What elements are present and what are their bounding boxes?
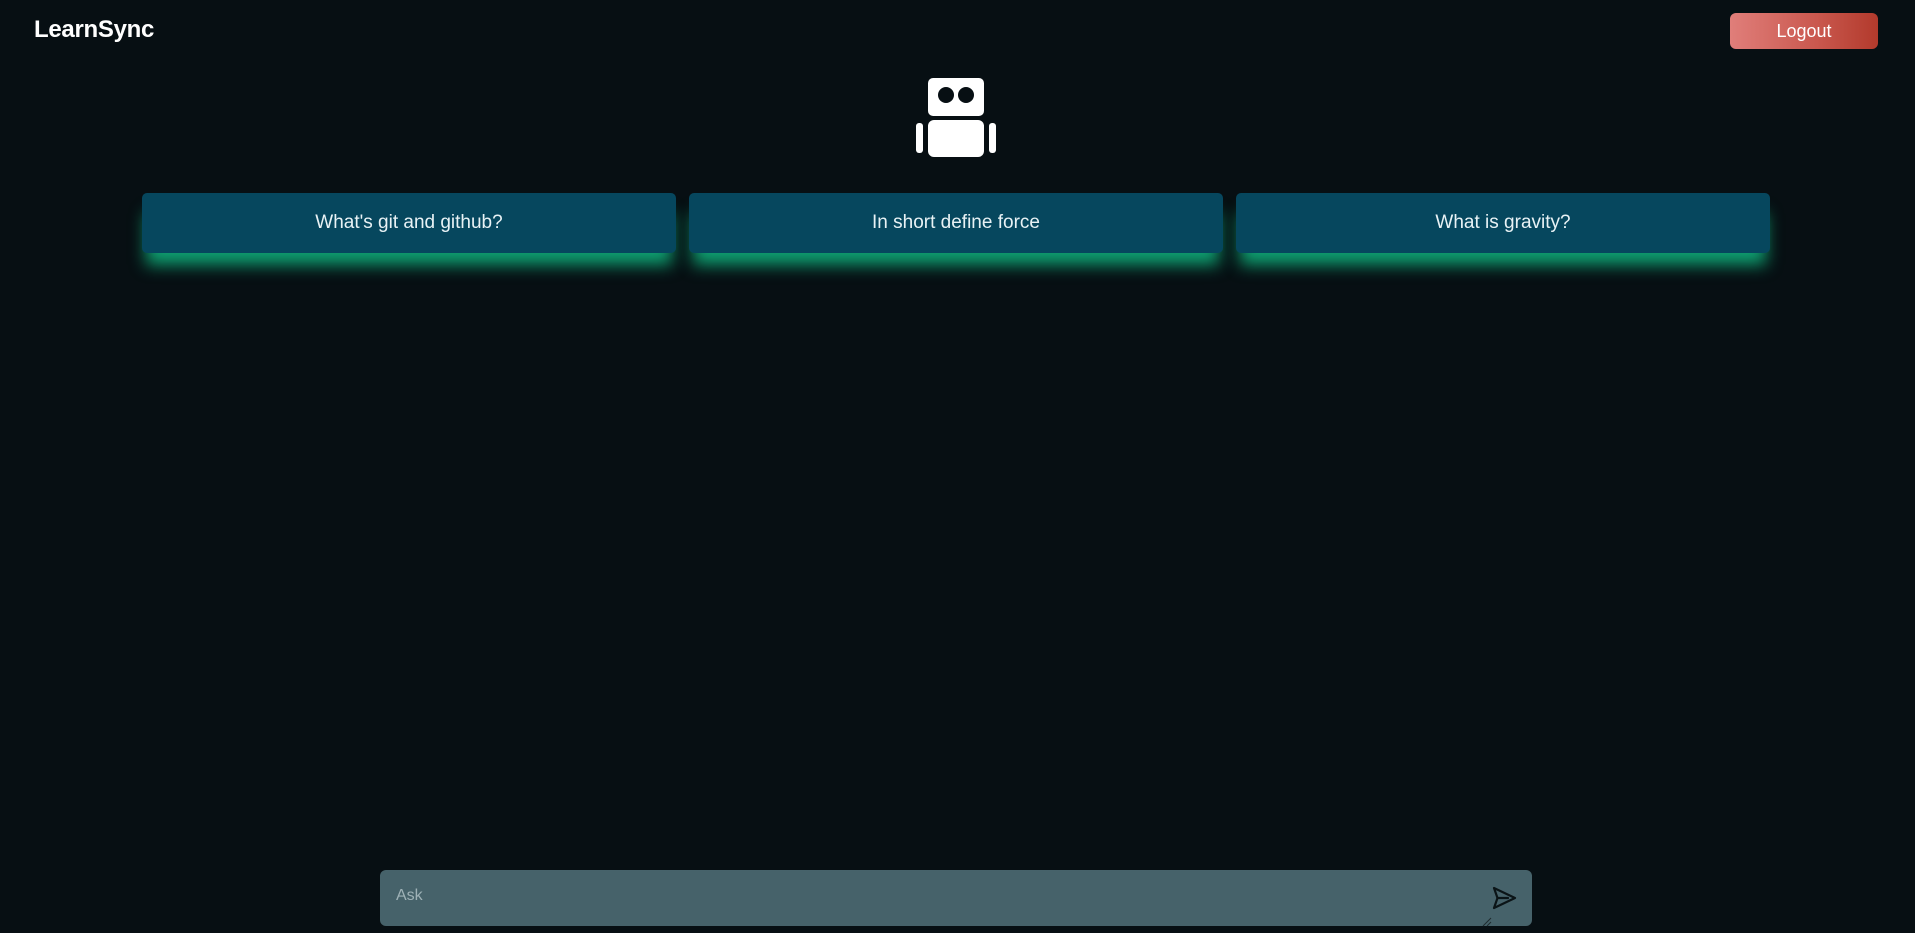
ask-bar	[380, 870, 1532, 927]
suggestion-define-force[interactable]: In short define force	[689, 193, 1223, 253]
logout-button[interactable]: Logout	[1730, 13, 1878, 49]
suggestion-git-github[interactable]: What's git and github?	[142, 193, 676, 253]
suggestion-list: What's git and github? In short define f…	[142, 193, 1770, 253]
send-button[interactable]	[1488, 882, 1520, 914]
chat-page: LearnSync Logout What's git and github? …	[0, 0, 1915, 933]
ask-input[interactable]	[396, 870, 1476, 926]
brand-logo: LearnSync	[34, 16, 155, 43]
suggestion-gravity[interactable]: What is gravity?	[1236, 193, 1770, 253]
robot-icon	[914, 75, 998, 159]
send-icon	[1488, 886, 1520, 917]
